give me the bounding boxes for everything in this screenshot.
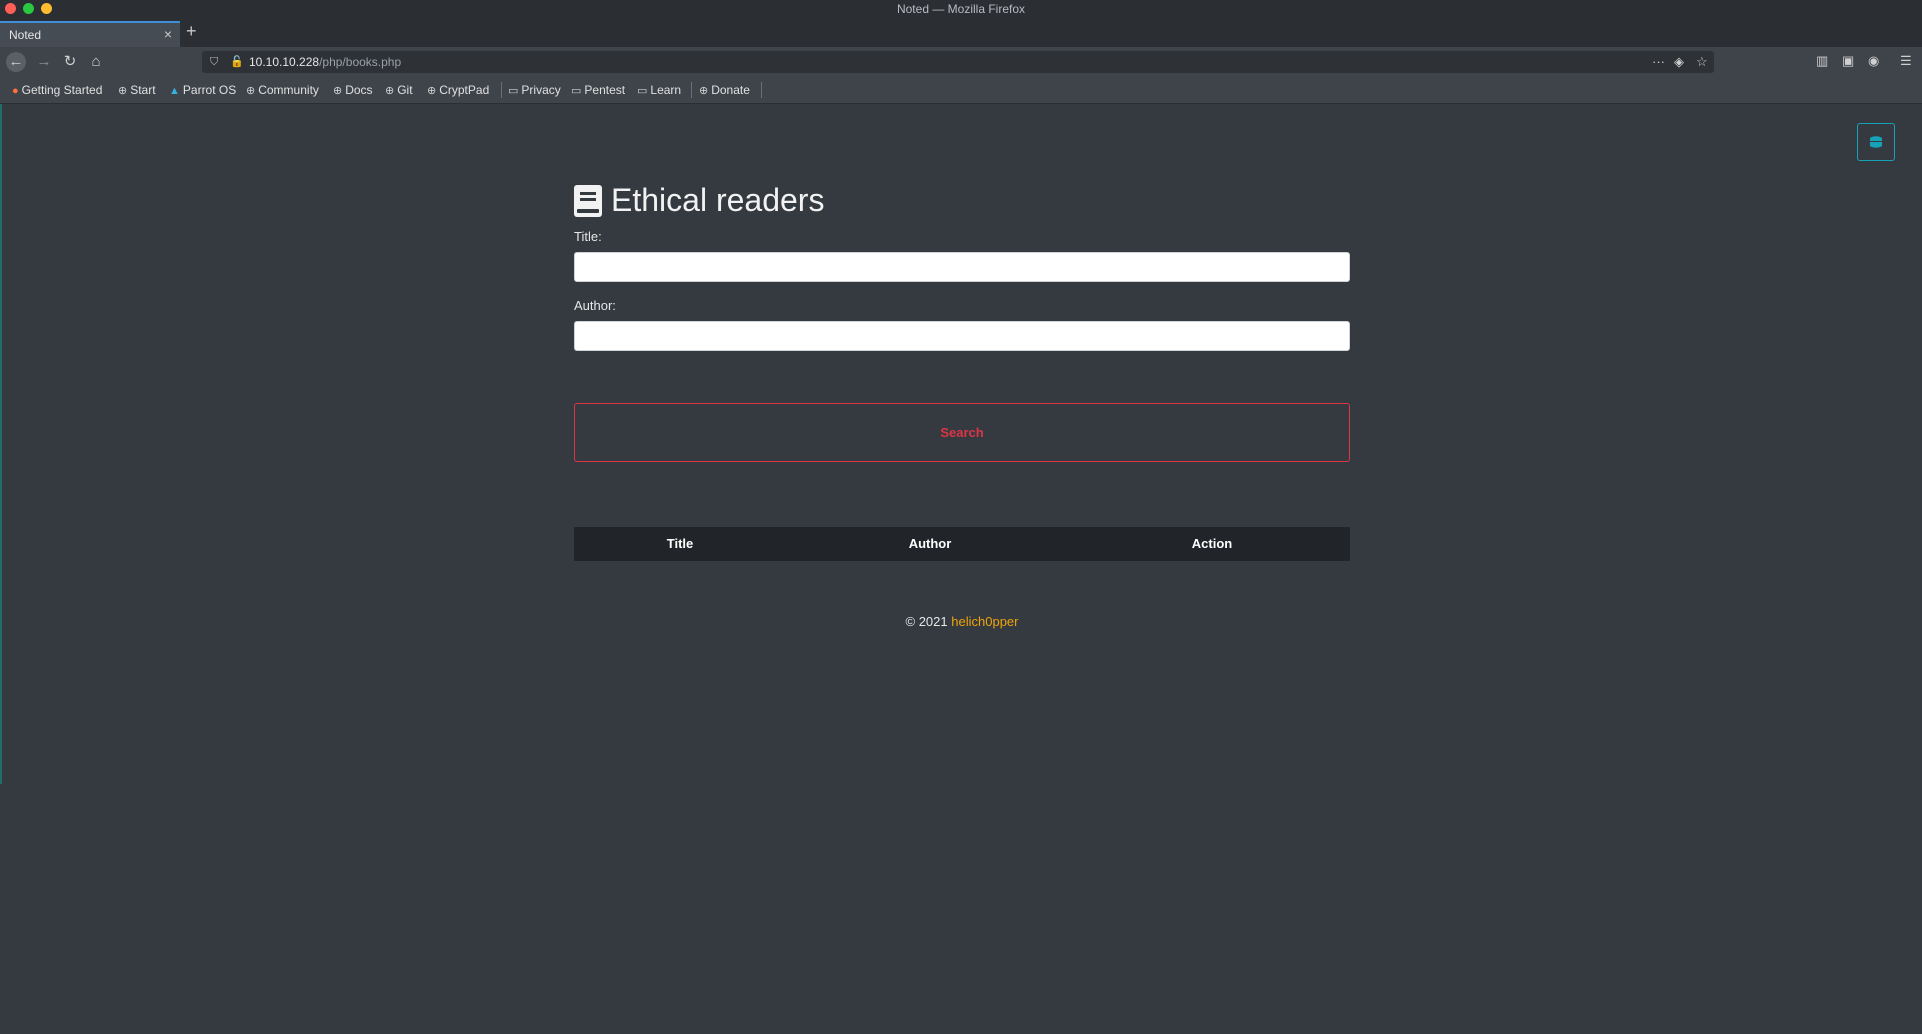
url-text[interactable]: 10.10.10.228/php/books.php: [249, 51, 401, 73]
column-header-author: Author: [908, 536, 952, 551]
bookmark-folder-privacy[interactable]: ▭ Privacy: [508, 83, 561, 97]
column-header-action: Action: [1191, 536, 1233, 551]
bookmark-star-icon[interactable]: ☆: [1696, 51, 1708, 73]
search-button[interactable]: Search: [574, 403, 1350, 462]
bookmark-label: Community: [258, 83, 319, 97]
globe-icon: ⊕: [699, 85, 709, 97]
bookmark-folder-pentest[interactable]: ▭ Pentest: [571, 83, 625, 97]
window-titlebar: Noted — Mozilla Firefox: [0, 0, 1922, 19]
reload-icon[interactable]: ↻: [60, 52, 80, 72]
globe-icon: ⊕: [427, 85, 437, 97]
bookmark-cryptpad[interactable]: ⊕ CryptPad: [427, 83, 489, 97]
shield-icon[interactable]: ⛉: [210, 51, 218, 73]
page-content: Ethical readers Title: Author: Search Ti…: [0, 104, 1922, 1034]
page-title: Ethical readers: [611, 182, 825, 218]
close-tab-icon[interactable]: ×: [164, 26, 172, 42]
bookmark-label: Pentest: [584, 83, 626, 97]
bookmark-label: CryptPad: [439, 83, 490, 97]
tab-noted[interactable]: Noted ×: [0, 21, 180, 47]
bookmark-parrot-os[interactable]: ▲ Parrot OS: [169, 83, 236, 97]
bookmark-separator: [761, 82, 762, 98]
account-icon[interactable]: ◉: [1868, 53, 1879, 69]
bookmark-label: Learn: [650, 83, 682, 97]
database-icon: [1870, 136, 1882, 148]
library-icon[interactable]: ▥: [1816, 53, 1828, 69]
title-label: Title:: [574, 229, 602, 244]
theme-toggle-button[interactable]: [1857, 123, 1895, 161]
bookmark-label: Getting Started: [21, 83, 103, 97]
author-link[interactable]: helich0pper: [951, 614, 1018, 629]
author-label: Author:: [574, 298, 616, 313]
maximize-window-button[interactable]: [41, 3, 52, 14]
parrot-icon: ▲: [169, 85, 180, 97]
window-controls: [5, 3, 52, 14]
column-header-title: Title: [666, 536, 694, 551]
menu-icon[interactable]: ☰: [1900, 53, 1912, 69]
bookmark-label: Git: [397, 83, 413, 97]
back-arrow-icon[interactable]: ←: [6, 52, 26, 72]
home-icon[interactable]: ⌂: [86, 52, 106, 72]
window-title: Noted — Mozilla Firefox: [896, 2, 1026, 16]
results-table-header: Title Author Action: [574, 527, 1350, 561]
book-icon: [574, 184, 602, 217]
sidebar-icon[interactable]: ▣: [1842, 53, 1854, 69]
title-input[interactable]: [574, 252, 1350, 282]
bookmark-donate[interactable]: ⊕ Donate: [699, 83, 750, 97]
bookmark-git[interactable]: ⊕ Git: [385, 83, 413, 97]
globe-icon: ⊕: [118, 85, 128, 97]
globe-icon: ⊕: [385, 85, 395, 97]
forward-arrow-icon[interactable]: →: [34, 52, 54, 72]
copyright-text: © 2021: [905, 614, 948, 629]
bookmark-getting-started[interactable]: ● Getting Started: [12, 83, 102, 97]
bookmarks-toolbar: ● Getting Started ⊕ Start ▲ Parrot OS ⊕ Comm…: [0, 77, 1922, 104]
page-actions-icon[interactable]: ···: [1652, 51, 1665, 73]
bookmark-folder-learn[interactable]: ▭ Learn: [637, 83, 681, 97]
folder-icon: ▭: [571, 85, 582, 97]
bookmark-community[interactable]: ⊕ Community: [246, 83, 319, 97]
url-path: /php/books.php: [319, 55, 402, 69]
bookmark-label: Privacy: [521, 83, 561, 97]
bookmark-label: Docs: [345, 83, 373, 97]
url-host: 10.10.10.228: [249, 55, 320, 69]
close-window-button[interactable]: [5, 3, 16, 14]
page-heading: Ethical readers: [574, 182, 824, 219]
navigation-bar: ← → ↻ ⌂ ⛉ 🔓 10.10.10.228/php/books.php ·…: [0, 47, 1922, 77]
firefox-icon: ●: [12, 85, 19, 97]
bookmark-separator: [691, 82, 692, 98]
bookmark-docs[interactable]: ⊕ Docs: [333, 83, 373, 97]
pocket-icon[interactable]: ◈: [1674, 51, 1684, 73]
left-edge-strip: [0, 104, 2, 784]
folder-icon: ▭: [508, 85, 519, 97]
minimize-window-button[interactable]: [23, 3, 34, 14]
bookmark-label: Start: [130, 83, 156, 97]
bookmark-separator: [501, 82, 502, 98]
bookmark-start[interactable]: ⊕ Start: [118, 83, 156, 97]
author-input[interactable]: [574, 321, 1350, 351]
bookmark-label: Donate: [711, 83, 750, 97]
tab-bar: Noted × +: [0, 19, 1922, 47]
bookmark-label: Parrot OS: [182, 83, 237, 97]
insecure-lock-icon[interactable]: 🔓: [230, 51, 244, 73]
folder-icon: ▭: [637, 85, 648, 97]
page-footer: © 2021 helich0pper: [574, 614, 1350, 629]
new-tab-icon[interactable]: +: [186, 21, 197, 42]
globe-icon: ⊕: [246, 85, 256, 97]
address-bar[interactable]: ⛉ 🔓 10.10.10.228/php/books.php ··· ◈ ☆: [202, 51, 1714, 73]
globe-icon: ⊕: [333, 85, 343, 97]
tab-title: Noted: [9, 28, 42, 42]
